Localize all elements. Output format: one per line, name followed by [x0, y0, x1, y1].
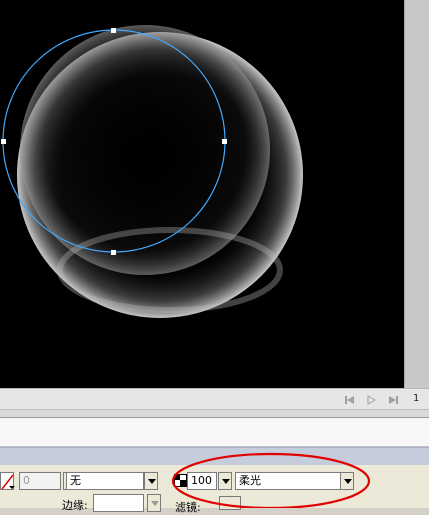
red-annotation-ellipse	[171, 452, 371, 508]
annotation-overlay	[171, 452, 371, 508]
